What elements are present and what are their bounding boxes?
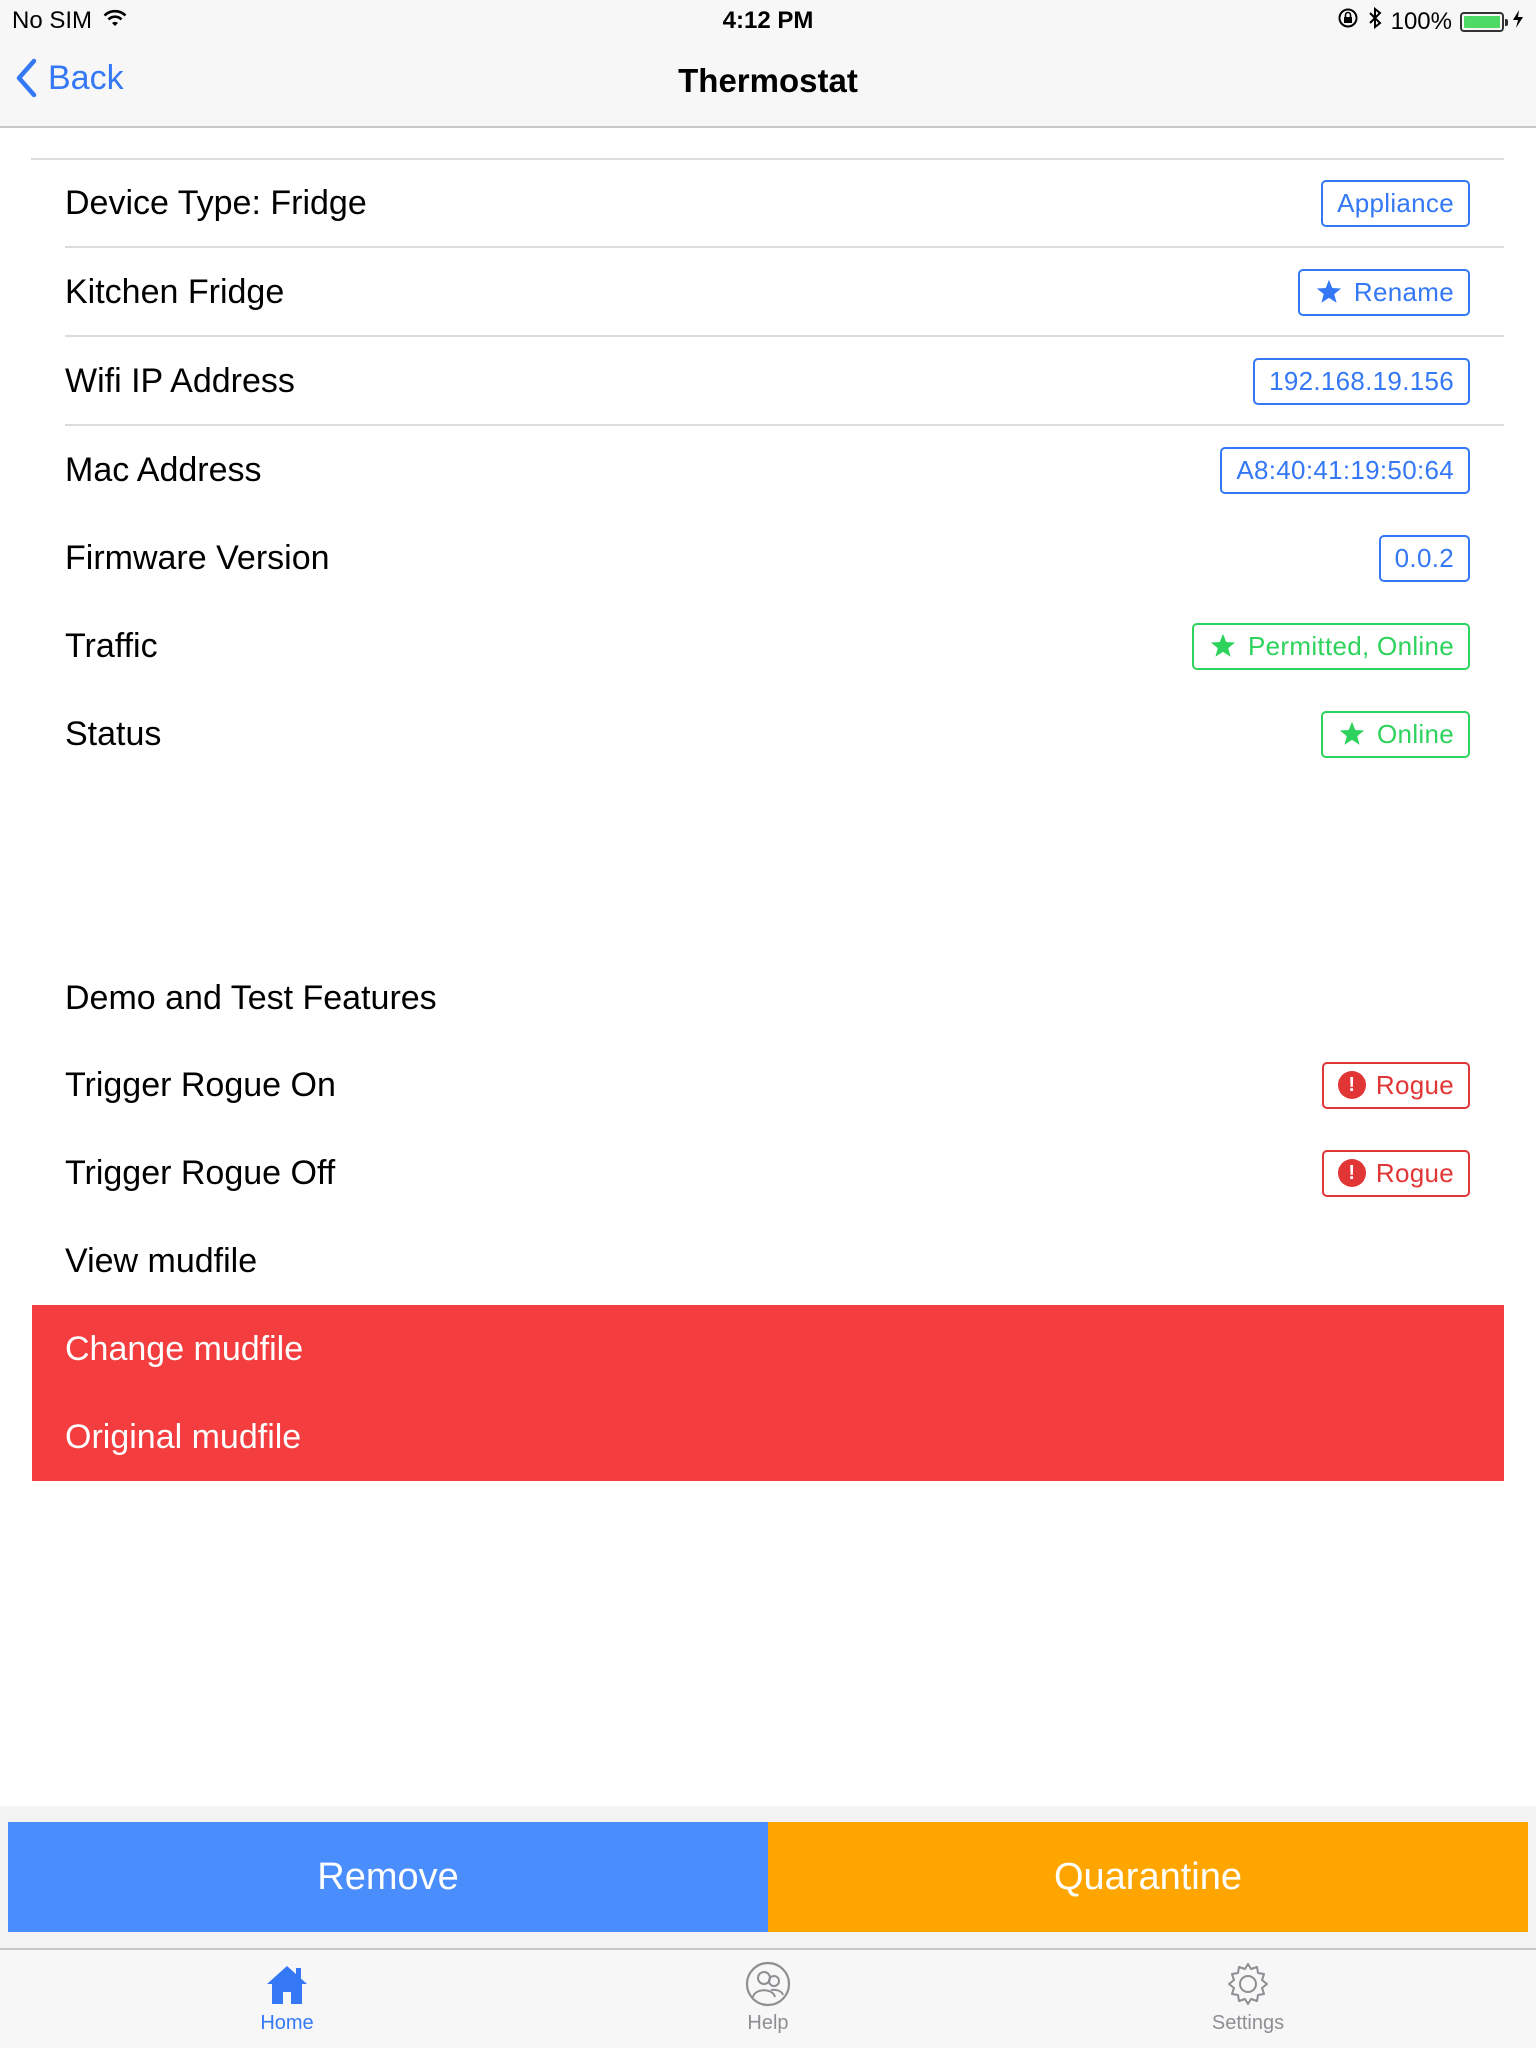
traffic-tag[interactable]: Permitted, Online [1192,622,1470,670]
quarantine-button[interactable]: Quarantine [768,1822,1528,1932]
tag-label: 0.0.2 [1394,542,1454,573]
row-trigger-rogue-off[interactable]: Trigger Rogue Off ! Rogue [65,1129,1504,1217]
remove-button[interactable]: Remove [8,1822,768,1932]
tag-label: Rename [1353,276,1454,307]
exclamation-icon: ! [1337,1159,1366,1187]
row-view-mudfile[interactable]: View mudfile [65,1217,1504,1305]
appliance-tag-button[interactable]: Appliance [1321,179,1470,227]
star-icon [1210,633,1236,657]
status-tag[interactable]: Online [1321,710,1470,758]
row-label: Wifi IP Address [65,361,295,400]
battery-icon [1460,11,1508,32]
section-label: Demo and Test Features [65,978,437,1017]
star-icon [1316,279,1342,303]
mudfile-options-block: Change mudfile Original mudfile [32,1305,1504,1481]
exclamation-icon: ! [1337,1071,1366,1099]
row-label: Trigger Rogue On [65,1065,336,1104]
status-right: 100% [1337,6,1524,37]
action-bar: Remove Quarantine [0,1806,1536,1948]
tab-label: Settings [1211,2012,1285,2034]
tag-label: A8:40:41:19:50:64 [1236,454,1454,485]
row-label: Device Type: Fridge [65,183,367,222]
change-mudfile-item[interactable]: Change mudfile [65,1305,303,1393]
help-icon [745,1961,791,2007]
row-device-type: Device Type: Fridge Appliance [65,159,1504,247]
section-demo-header: Demo and Test Features [65,954,1504,1042]
orientation-lock-icon [1337,7,1359,36]
tag-label: Online [1377,718,1454,749]
status-time: 4:12 PM [722,7,814,34]
rename-button[interactable]: Rename [1297,268,1470,316]
row-device-name: Kitchen Fridge Rename [65,248,1504,336]
navigation-bar: Back Thermostat [0,40,1536,128]
bluetooth-icon [1367,6,1383,37]
tab-label: Home [260,2012,314,2034]
charging-icon [1512,8,1524,36]
ip-address-tag[interactable]: 192.168.19.156 [1253,357,1470,405]
row-trigger-rogue-on[interactable]: Trigger Rogue On ! Rogue [65,1041,1504,1129]
page-title: Thermostat [678,62,858,99]
row-label: Status [65,714,162,753]
tab-home[interactable]: Home [187,1960,387,2035]
tab-settings[interactable]: Settings [1148,1960,1348,2035]
tag-label: Appliance [1337,187,1454,218]
rogue-off-button[interactable]: ! Rogue [1321,1149,1470,1197]
row-label: Trigger Rogue Off [65,1153,336,1192]
tag-label: Permitted, Online [1248,630,1454,661]
original-mudfile-item[interactable]: Original mudfile [65,1393,301,1481]
tab-help[interactable]: Help [668,1960,868,2035]
home-icon [267,1966,307,2004]
row-label: Traffic [65,626,158,665]
row-wifi-ip: Wifi IP Address 192.168.19.156 [65,337,1504,425]
gear-icon [1228,1963,1268,2005]
item-label: Change mudfile [65,1329,304,1368]
row-mac-address: Mac Address A8:40:41:19:50:64 [65,426,1504,514]
row-label: Kitchen Fridge [65,272,285,311]
row-label: Firmware Version [65,538,330,577]
status-bar: No SIM 4:12 PM 100% [0,0,1536,40]
tab-label: Help [747,2012,789,2034]
row-status: Status Online [65,690,1504,778]
row-firmware-version: Firmware Version 0.0.2 [65,514,1504,602]
row-traffic: Traffic Permitted, Online [65,602,1504,690]
tab-bar: Home Help Settings [0,1948,1536,2048]
row-label: Mac Address [65,450,262,489]
firmware-tag[interactable]: 0.0.2 [1378,534,1470,582]
item-label: Original mudfile [65,1417,302,1456]
rogue-on-button[interactable]: ! Rogue [1321,1061,1470,1109]
tag-label: 192.168.19.156 [1269,365,1454,396]
tag-label: Rogue [1375,1069,1454,1100]
row-label: View mudfile [65,1241,258,1280]
tag-label: Rogue [1375,1157,1454,1188]
star-icon [1339,721,1365,745]
battery-percent: 100% [1390,7,1452,35]
mac-address-tag[interactable]: A8:40:41:19:50:64 [1220,446,1470,494]
